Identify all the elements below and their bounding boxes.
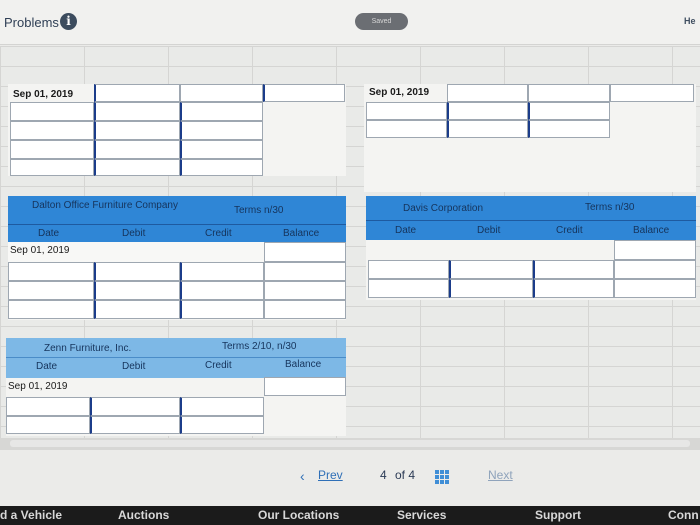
col-debit: Debit	[122, 361, 146, 372]
input-cell[interactable]	[614, 279, 696, 298]
input-cell[interactable]	[180, 102, 263, 121]
input-cell[interactable]	[368, 279, 449, 298]
col-balance: Balance	[633, 225, 670, 236]
grid-icon[interactable]	[435, 470, 449, 484]
input-cell[interactable]	[366, 102, 447, 120]
input-cell[interactable]	[10, 159, 94, 176]
page-title: Problems	[4, 15, 59, 30]
col-balance: Balance	[283, 228, 320, 239]
col-credit: Credit	[205, 228, 232, 239]
input-cell[interactable]	[447, 102, 528, 120]
input-cell[interactable]	[94, 140, 180, 159]
footer-link-services[interactable]: Services	[397, 508, 446, 522]
input-cell[interactable]	[264, 242, 346, 262]
input-cell[interactable]	[614, 240, 696, 260]
footer-link-contact[interactable]: Conn	[668, 508, 699, 522]
input-cell[interactable]	[528, 120, 610, 138]
input-cell[interactable]	[533, 260, 614, 279]
input-cell[interactable]	[90, 397, 180, 416]
footer-link-auctions[interactable]: Auctions	[118, 508, 169, 522]
input-cell[interactable]	[94, 281, 180, 300]
prev-button[interactable]: Prev	[318, 468, 343, 482]
info-icon[interactable]: i	[60, 13, 77, 30]
dalton-company-name: Dalton Office Furniture Company	[32, 200, 178, 211]
input-cell[interactable]	[94, 102, 180, 121]
scrollbar-thumb[interactable]	[10, 440, 690, 447]
site-footer	[0, 506, 700, 525]
zenn-terms: Terms 2/10, n/30	[222, 341, 297, 352]
col-date: Date	[36, 361, 58, 372]
input-cell[interactable]	[10, 102, 94, 121]
col-debit: Debit	[122, 228, 146, 239]
input-cell[interactable]	[366, 120, 447, 138]
davis-terms: Terms n/30	[585, 202, 635, 213]
input-cell[interactable]	[264, 377, 346, 396]
input-cell[interactable]	[180, 300, 264, 319]
input-cell[interactable]	[94, 262, 180, 281]
input-cell[interactable]	[8, 262, 94, 281]
input-cell[interactable]	[614, 260, 696, 279]
input-cell[interactable]	[6, 397, 90, 416]
header-divider	[6, 357, 346, 358]
zenn-date: Sep 01, 2019	[8, 381, 68, 392]
current-page: 4	[380, 468, 387, 482]
col-balance: Balance	[285, 359, 322, 370]
input-cell[interactable]	[610, 84, 694, 102]
input-cell[interactable]	[94, 159, 180, 176]
input-cell[interactable]	[94, 300, 180, 319]
input-cell[interactable]	[8, 300, 94, 319]
input-cell[interactable]	[8, 281, 94, 300]
dalton-terms: Terms n/30	[234, 205, 284, 216]
input-cell[interactable]	[180, 416, 264, 434]
col-date: Date	[38, 228, 60, 239]
input-cell[interactable]	[180, 281, 264, 300]
col-credit: Credit	[205, 360, 232, 371]
footer-link-locations[interactable]: Our Locations	[258, 508, 339, 522]
top-right-date: Sep 01, 2019	[369, 87, 430, 98]
top-bar: Problems i Saved He	[0, 0, 700, 45]
dalton-date: Sep 01, 2019	[10, 245, 70, 256]
input-cell[interactable]	[533, 279, 614, 298]
input-cell[interactable]	[94, 84, 180, 102]
input-cell[interactable]	[449, 260, 533, 279]
input-cell[interactable]	[180, 159, 263, 176]
input-cell[interactable]	[368, 260, 449, 279]
input-cell[interactable]	[6, 416, 90, 434]
footer-link[interactable]: d a Vehicle	[0, 508, 62, 522]
input-cell[interactable]	[528, 84, 610, 102]
saved-badge: Saved	[355, 13, 408, 30]
header-divider	[366, 220, 696, 221]
input-cell[interactable]	[10, 121, 94, 140]
input-cell[interactable]	[180, 262, 264, 281]
page-total: of 4	[395, 468, 416, 482]
input-cell[interactable]	[528, 102, 610, 120]
input-cell[interactable]	[447, 120, 528, 138]
input-cell[interactable]	[449, 279, 533, 298]
input-cell[interactable]	[447, 84, 528, 102]
input-cell[interactable]	[180, 397, 264, 416]
header-divider	[8, 224, 346, 225]
zenn-company-name: Zenn Furniture, Inc.	[44, 343, 132, 354]
col-credit: Credit	[556, 225, 583, 236]
input-cell[interactable]	[180, 140, 263, 159]
col-date: Date	[395, 225, 417, 236]
input-cell[interactable]	[264, 262, 346, 281]
input-cell[interactable]	[264, 281, 346, 300]
footer-link-support[interactable]: Support	[535, 508, 581, 522]
input-cell[interactable]	[94, 121, 180, 140]
next-button[interactable]: Next	[488, 468, 513, 482]
chevron-left-icon[interactable]: ‹	[300, 468, 305, 484]
help-link[interactable]: He	[684, 16, 696, 26]
input-cell[interactable]	[10, 140, 94, 159]
top-left-date: Sep 01, 2019	[13, 89, 74, 100]
input-cell[interactable]	[90, 416, 180, 434]
davis-company-name: Davis Corporation	[403, 203, 484, 214]
input-cell[interactable]	[180, 84, 263, 102]
col-debit: Debit	[477, 225, 501, 236]
input-cell[interactable]	[263, 84, 345, 102]
input-cell[interactable]	[180, 121, 263, 140]
input-cell[interactable]	[264, 300, 346, 319]
